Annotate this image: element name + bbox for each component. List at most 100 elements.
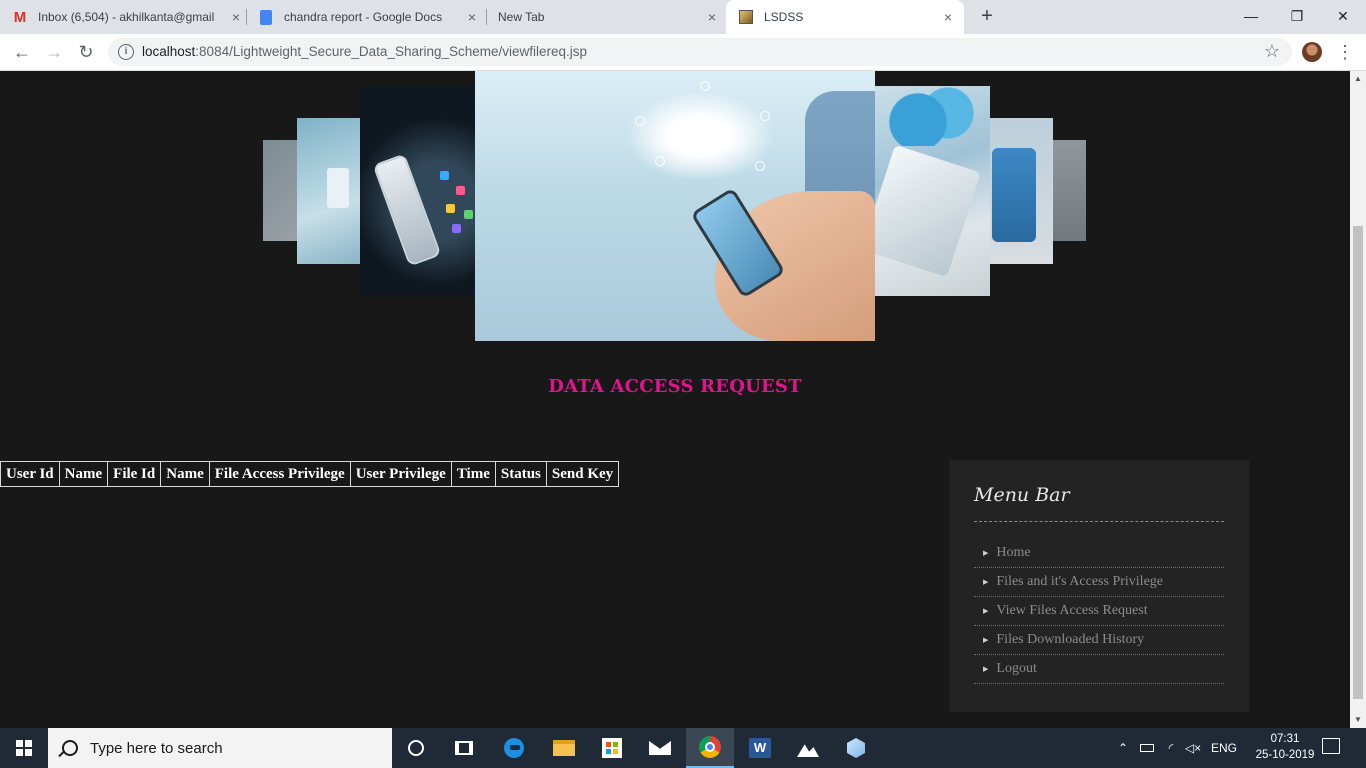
tab-lsdss[interactable]: LSDSS ×: [726, 0, 964, 34]
browser-tab-strip: M Inbox (6,504) - akhilkanta@gmail × cha…: [0, 0, 1366, 34]
column-header-name: Name: [60, 462, 109, 486]
menu-list: ▶ Home ▶ Files and it's Access Privilege ▶…: [974, 539, 1224, 684]
column-header-user-privilege: User Privilege: [351, 462, 452, 486]
menu-item-label: Logout: [996, 661, 1037, 676]
taskbar-search-box[interactable]: Type here to search: [48, 728, 392, 768]
close-tab-icon[interactable]: ×: [228, 9, 244, 25]
slider-image[interactable]: [1052, 140, 1086, 241]
tab-separator: [246, 9, 247, 25]
menu-item-files-access-privilege[interactable]: ▶ Files and it's Access Privilege: [974, 568, 1224, 597]
back-arrow-icon[interactable]: ←: [10, 40, 34, 64]
restore-button[interactable]: ❐: [1274, 0, 1320, 32]
scroll-down-arrow-icon[interactable]: ▼: [1350, 712, 1366, 728]
gmail-icon: M: [13, 8, 27, 26]
column-header-send-key: Send Key: [551, 465, 614, 482]
tab-title: chandra report - Google Docs: [284, 10, 443, 24]
tab-title: Inbox (6,504) - akhilkanta@gmail: [38, 10, 215, 24]
column-header-user-id: User Id: [1, 462, 60, 486]
battery-icon[interactable]: [1136, 728, 1158, 768]
column-header-file-access-privilege: File Access Privilege: [210, 462, 351, 486]
tab-gmail[interactable]: M Inbox (6,504) - akhilkanta@gmail ×: [12, 0, 244, 34]
page-scrollbar[interactable]: ▲ ▼: [1350, 71, 1366, 728]
docs-icon: [258, 9, 274, 25]
column-header-status: Status: [496, 462, 547, 486]
minimize-button[interactable]: —: [1228, 0, 1274, 32]
language-indicator[interactable]: ENG: [1208, 728, 1240, 768]
menu-item-logout[interactable]: ▶ Logout: [974, 655, 1224, 684]
column-header-time: Time: [452, 462, 496, 486]
cortana-icon[interactable]: [392, 728, 440, 768]
menu-item-home[interactable]: ▶ Home: [974, 539, 1224, 568]
divider: [974, 521, 1224, 522]
menu-item-files-downloaded-history[interactable]: ▶ Files Downloaded History: [974, 626, 1224, 655]
windows-logo-icon: [16, 740, 32, 756]
mail-icon[interactable]: [636, 728, 684, 768]
url-path: :8084/Lightweight_Secure_Data_Sharing_Sc…: [195, 44, 588, 59]
volume-muted-icon[interactable]: ◁×: [1182, 728, 1204, 768]
search-icon: [62, 740, 78, 756]
reload-icon[interactable]: ↻: [74, 40, 98, 64]
caret-right-icon: ▶: [983, 549, 989, 557]
page-title: DATA ACCESS REQUEST: [548, 376, 802, 397]
menu-item-label: View Files Access Request: [996, 603, 1148, 618]
caret-right-icon: ▶: [983, 607, 989, 615]
browser-menu-icon[interactable]: ⋮: [1336, 40, 1354, 64]
clock-date: 25-10-2019: [1255, 749, 1315, 761]
browser-toolbar: ← → ↻ i localhost:8084/Lightweight_Secur…: [0, 34, 1366, 71]
store-icon[interactable]: [588, 728, 636, 768]
wifi-icon[interactable]: ◜: [1160, 728, 1182, 768]
tab-title: New Tab: [498, 10, 545, 24]
taskbar-clock[interactable]: 07:31 25-10-2019: [1250, 731, 1320, 763]
column-header-file-name: Name: [161, 462, 210, 486]
clock-time: 07:31: [1270, 733, 1300, 745]
tab-separator: [486, 9, 487, 25]
slider-image[interactable]: [990, 118, 1053, 264]
info-icon[interactable]: i: [118, 44, 134, 60]
caret-right-icon: ▶: [983, 636, 989, 644]
scroll-up-arrow-icon[interactable]: ▲: [1350, 71, 1366, 87]
site-favicon-icon: [738, 9, 754, 25]
caret-right-icon: ▶: [983, 665, 989, 673]
word-icon[interactable]: W: [736, 728, 784, 768]
show-hidden-icons-icon[interactable]: ⌃: [1112, 728, 1134, 768]
search-placeholder: Type here to search: [90, 739, 223, 757]
profile-avatar[interactable]: [1302, 42, 1322, 62]
chrome-icon[interactable]: [686, 728, 734, 768]
url-host: localhost: [142, 44, 196, 59]
url-text[interactable]: localhost:8084/Lightweight_Secure_Data_S…: [142, 44, 587, 59]
slider-main-image[interactable]: [475, 71, 875, 341]
tab-new-tab[interactable]: New Tab ×: [498, 0, 720, 34]
tab-google-docs[interactable]: chandra report - Google Docs ×: [258, 0, 480, 34]
windows-taskbar: Type here to search W ⌃ ◜ ◁× ENG 07:31 2…: [0, 728, 1366, 768]
menu-item-label: Files Downloaded History: [996, 632, 1145, 647]
tab-title: LSDSS: [764, 10, 804, 24]
start-button[interactable]: [0, 728, 48, 768]
task-view-icon[interactable]: [440, 728, 488, 768]
column-header-file-id: File Id: [108, 462, 162, 486]
address-bar[interactable]: i localhost:8084/Lightweight_Secure_Data…: [108, 38, 1292, 66]
close-tab-icon[interactable]: ×: [940, 9, 956, 25]
slider-image[interactable]: [360, 86, 490, 296]
scrollbar-thumb[interactable]: [1353, 226, 1363, 699]
menu-item-label: Files and it's Access Privilege: [996, 574, 1164, 589]
menu-item-view-files-access-request[interactable]: ▶ View Files Access Request: [974, 597, 1224, 626]
action-center-icon[interactable]: [1322, 738, 1340, 754]
close-tab-icon[interactable]: ×: [704, 9, 720, 25]
forward-arrow-icon[interactable]: →: [42, 40, 66, 64]
new-tab-button[interactable]: +: [976, 6, 998, 28]
caret-right-icon: ▶: [983, 578, 989, 586]
menu-bar-panel: Menu Bar ▶ Home ▶ Files and it's Access Pr…: [949, 460, 1249, 712]
file-explorer-icon[interactable]: [540, 728, 588, 768]
menu-bar-title: Menu Bar: [974, 484, 1070, 506]
table-header-row: User Id Name File Id Name File Access Pr…: [1, 462, 618, 486]
close-tab-icon[interactable]: ×: [464, 9, 480, 25]
slider-image[interactable]: [870, 86, 990, 296]
photos-icon[interactable]: [784, 728, 832, 768]
edge-browser-icon[interactable]: [490, 728, 538, 768]
bookmark-star-icon[interactable]: ☆: [1264, 41, 1280, 62]
page-viewport: DATA ACCESS REQUEST User Id Name File Id…: [0, 71, 1350, 728]
data-access-request-table: User Id Name File Id Name File Access Pr…: [0, 461, 620, 487]
menu-item-label: Home: [996, 545, 1031, 560]
app-3d-icon[interactable]: [832, 728, 880, 768]
close-window-button[interactable]: ✕: [1320, 0, 1366, 32]
